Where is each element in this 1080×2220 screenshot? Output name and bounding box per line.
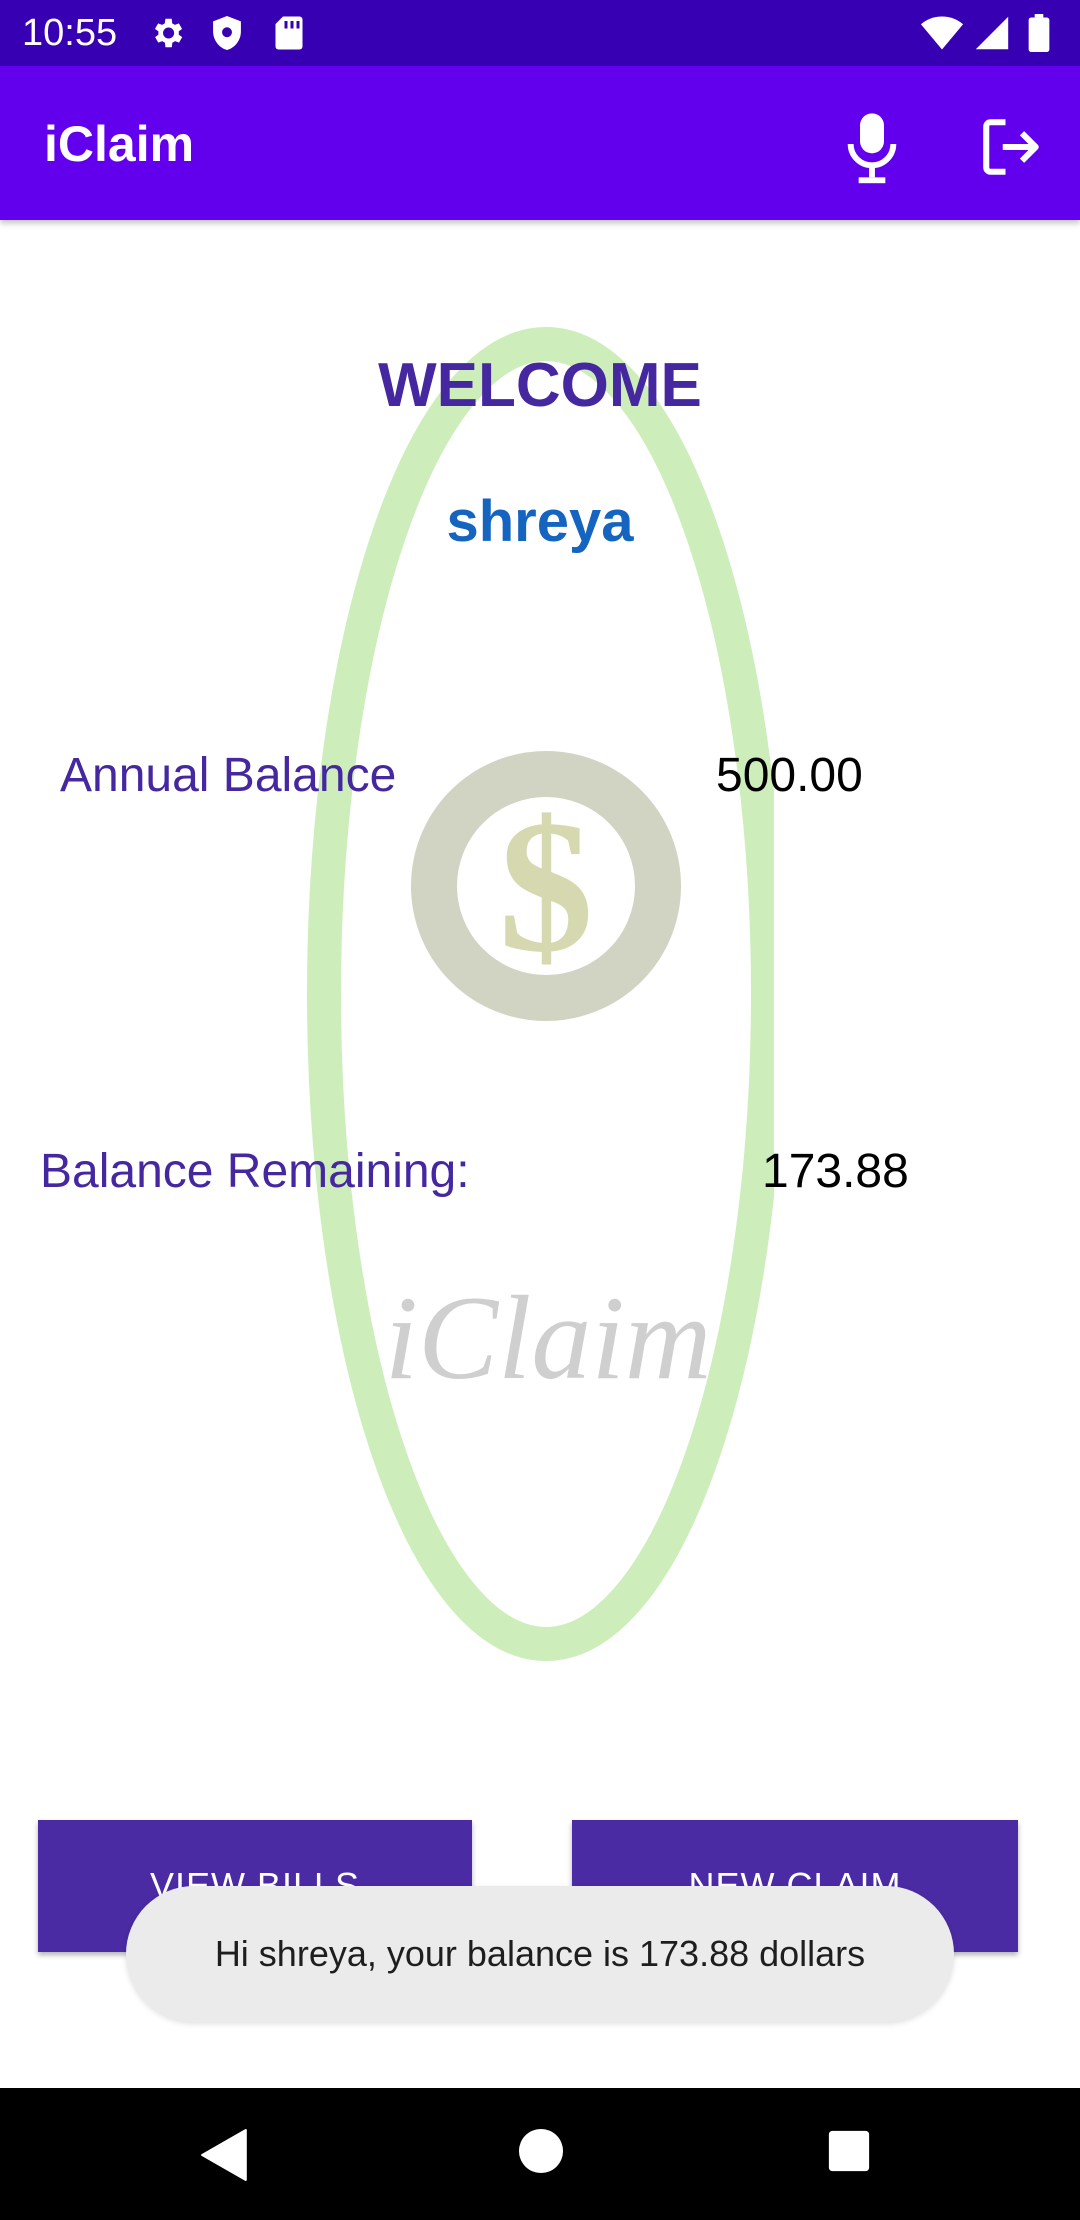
back-icon[interactable]	[200, 2128, 250, 2182]
annual-balance-value: 500.00	[716, 749, 863, 802]
status-bar: 10:55	[0, 0, 1080, 66]
status-time: 10:55	[22, 12, 118, 54]
balance-remaining-value: 173.88	[762, 1145, 909, 1198]
sd-card-icon	[275, 16, 303, 50]
home-icon[interactable]	[518, 2128, 564, 2174]
voice-button[interactable]	[840, 110, 904, 186]
annual-balance-label: Annual Balance	[60, 749, 397, 802]
signal-icon	[975, 16, 1009, 50]
battery-icon	[1028, 14, 1050, 52]
app-bar: iClaim	[0, 66, 1080, 220]
balance-remaining-label: Balance Remaining:	[40, 1145, 470, 1198]
navigation-bar	[0, 2088, 1080, 2220]
user-name: shreya	[446, 489, 634, 554]
welcome-title: WELCOME	[378, 351, 702, 420]
logout-icon	[983, 119, 1039, 175]
recents-icon[interactable]	[828, 2130, 870, 2172]
status-icons-right	[920, 14, 1060, 52]
watermark-text: iClaim	[385, 1271, 712, 1404]
svg-text:$: $	[499, 782, 594, 992]
settings-icon	[154, 18, 183, 48]
microphone-icon	[847, 113, 897, 184]
toast-message: Hi shreya, your balance is 173.88 dollar…	[126, 1886, 954, 2022]
shield-icon	[213, 16, 241, 50]
toast-text: Hi shreya, your balance is 173.88 dollar…	[214, 1933, 866, 1974]
wifi-icon	[920, 16, 964, 50]
logout-button[interactable]	[978, 114, 1044, 180]
app-title: iClaim	[44, 116, 195, 172]
